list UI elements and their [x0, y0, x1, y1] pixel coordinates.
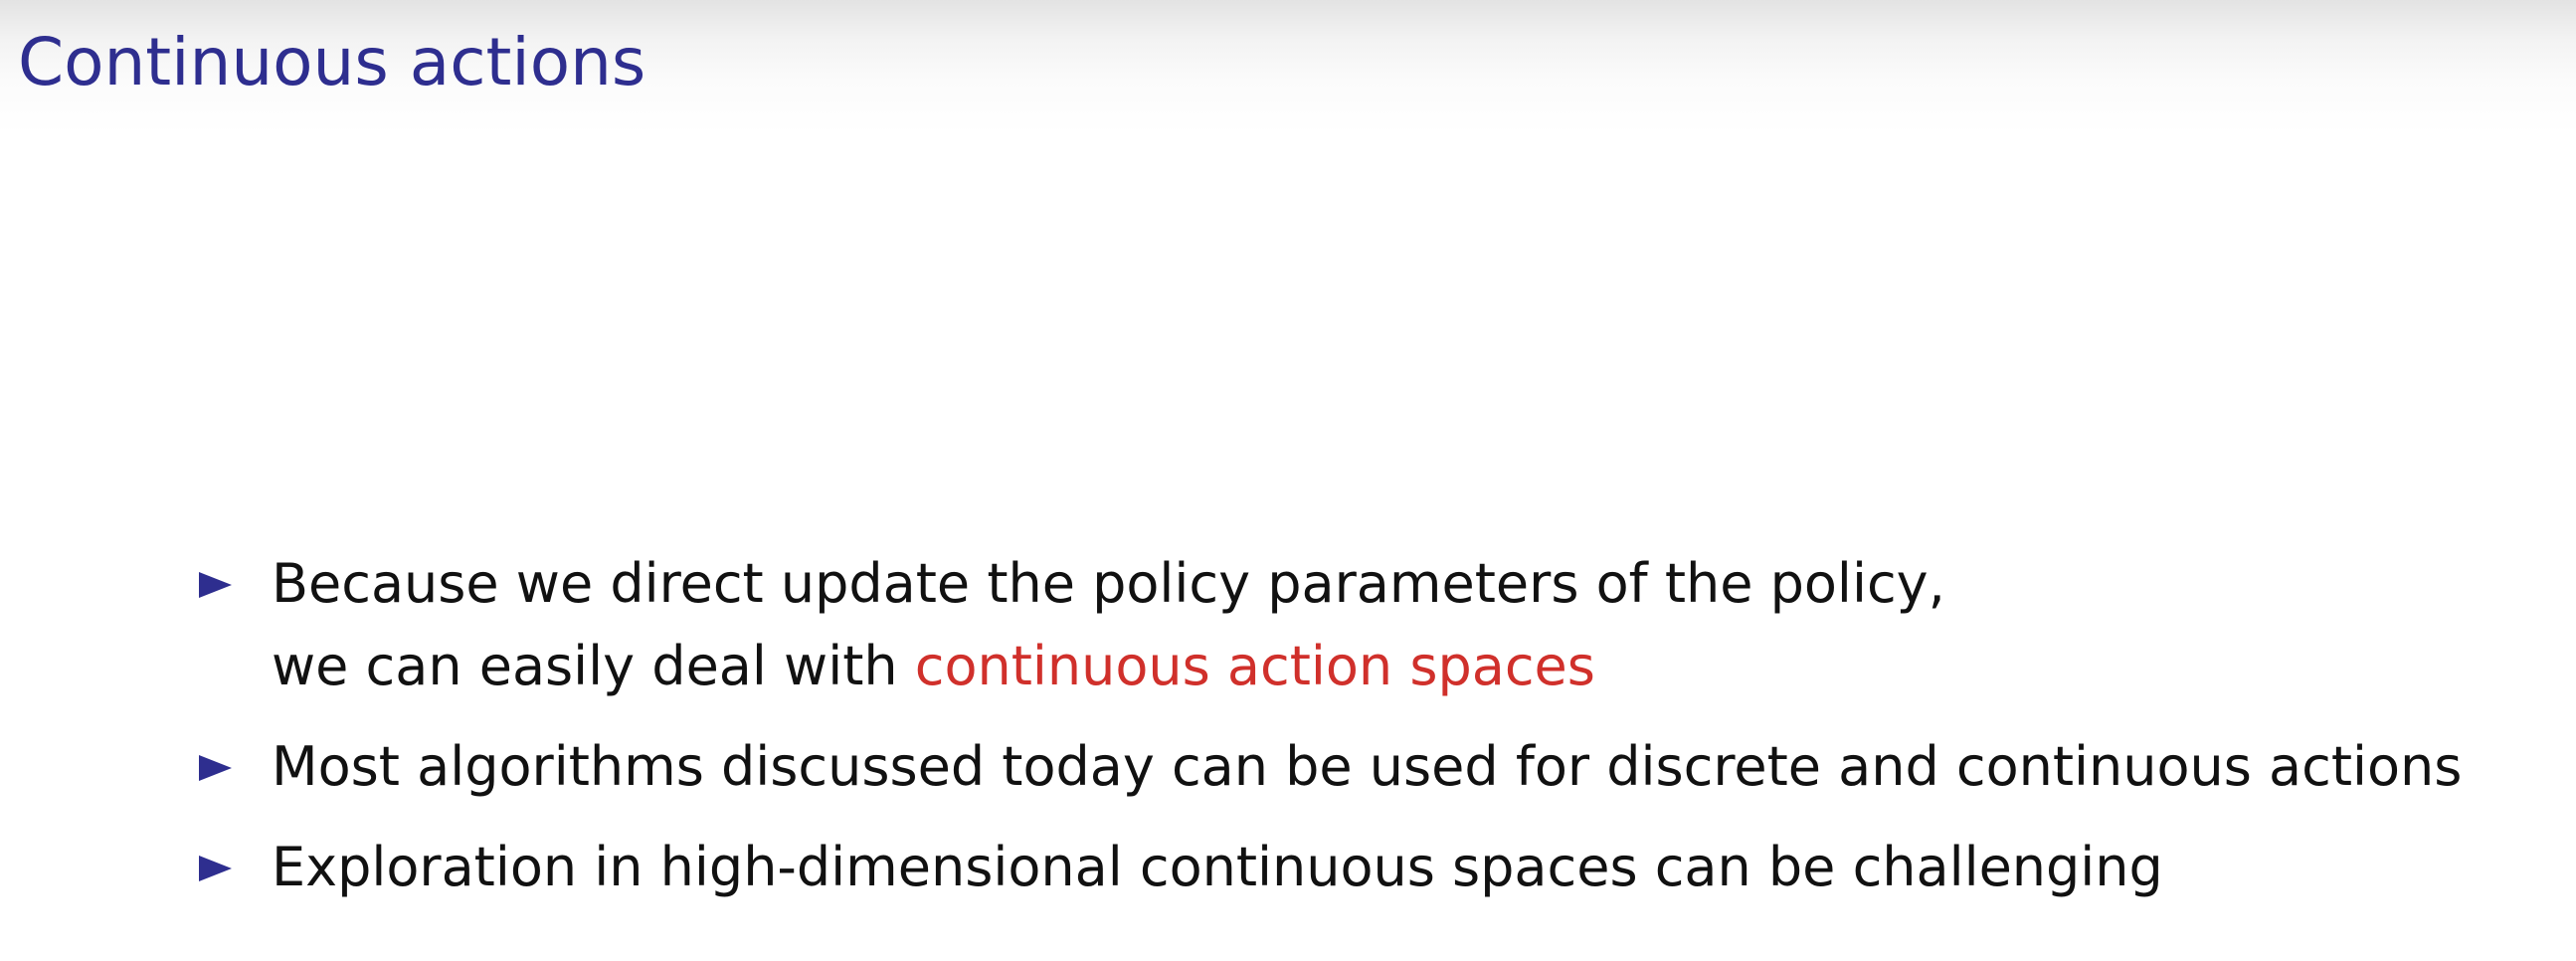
triangle-right-icon: [199, 755, 232, 781]
bullet-text-line-1: Because we direct update the policy para…: [272, 552, 1945, 615]
bullet-text: Exploration in high-dimensional continuo…: [272, 836, 2163, 898]
bullet-item-algorithms: Most algorithms discussed today can be u…: [199, 725, 2556, 808]
slide-title: Continuous actions: [18, 24, 646, 100]
bullet-item-continuous-spaces: Because we direct update the policy para…: [199, 542, 2556, 707]
bullet-text-prefix: we can easily deal with: [272, 635, 915, 697]
bullet-text-line-2: we can easily deal with continuous actio…: [272, 625, 2556, 707]
bullet-item-exploration: Exploration in high-dimensional continuo…: [199, 826, 2556, 908]
triangle-right-icon: [199, 572, 232, 598]
bullet-text: Most algorithms discussed today can be u…: [272, 735, 2463, 798]
bullet-list: Because we direct update the policy para…: [199, 542, 2556, 908]
highlighted-phrase: continuous action spaces: [914, 635, 1595, 697]
triangle-right-icon: [199, 856, 232, 881]
slide: Continuous actions Because we direct upd…: [0, 0, 2576, 961]
